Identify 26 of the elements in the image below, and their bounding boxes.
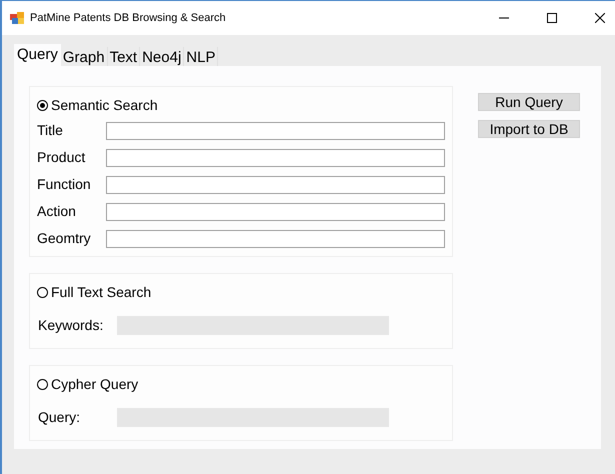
input-field[interactable] bbox=[106, 122, 445, 140]
field-label: Title bbox=[37, 121, 64, 140]
maximize-icon[interactable] bbox=[547, 13, 557, 23]
radio-button[interactable]: Full Text Search bbox=[37, 282, 152, 303]
window-title: PatMine Patents DB Browsing & Search bbox=[30, 10, 226, 26]
input-field[interactable] bbox=[106, 148, 445, 166]
radio-button[interactable]: Cypher Query bbox=[37, 374, 138, 395]
tab[interactable]: NLP bbox=[184, 47, 218, 66]
app-icon bbox=[10, 12, 24, 24]
close-icon[interactable] bbox=[595, 13, 605, 23]
field-label: Product bbox=[37, 148, 86, 167]
tab[interactable]: Graph bbox=[60, 47, 108, 66]
field-label: Geomtry bbox=[37, 229, 92, 248]
input-field[interactable] bbox=[106, 176, 445, 194]
action-button[interactable]: Run Query bbox=[478, 93, 580, 111]
field-label: Query: bbox=[37, 408, 82, 427]
action-button[interactable]: Import to DB bbox=[478, 120, 580, 138]
tab[interactable]: Query bbox=[14, 44, 61, 66]
field-label: Action bbox=[37, 202, 77, 221]
input-field[interactable] bbox=[106, 230, 445, 248]
field-label: Keywords: bbox=[37, 316, 104, 335]
field-label: Function bbox=[37, 175, 92, 194]
input-field[interactable] bbox=[106, 202, 445, 220]
radio-button[interactable]: Semantic Search bbox=[37, 95, 158, 116]
tab[interactable]: Neo4j bbox=[140, 47, 184, 66]
tab[interactable]: Text bbox=[108, 47, 140, 66]
